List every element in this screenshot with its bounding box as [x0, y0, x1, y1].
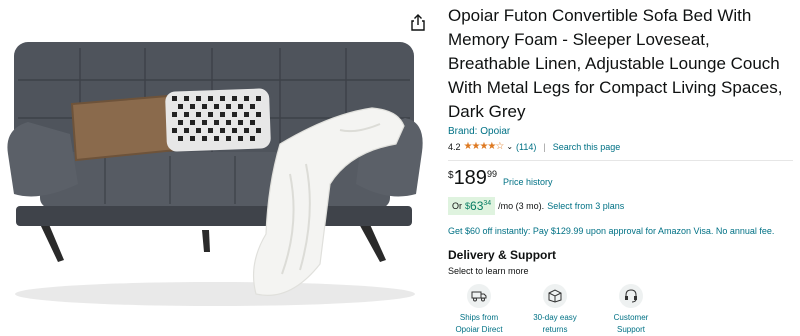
- ships-from-item[interactable]: Ships from Opoiar Direct: [448, 284, 510, 336]
- product-image[interactable]: [0, 34, 430, 324]
- brand-link[interactable]: Brand: Opoiar: [448, 126, 793, 137]
- divider: |: [543, 141, 546, 152]
- search-this-page-link[interactable]: Search this page: [553, 142, 621, 152]
- returns-item[interactable]: 30-day easy returns: [524, 284, 586, 336]
- delivery-support-heading: Delivery & Support: [448, 248, 557, 262]
- monthly-badge: Or $ 63 34: [448, 197, 496, 215]
- ships-from-line1: Ships from: [459, 313, 499, 322]
- monthly-prefix: Or: [452, 201, 462, 211]
- rating-count-link[interactable]: (114): [516, 142, 536, 152]
- support-line1: Customer: [613, 313, 649, 322]
- product-title: Opoiar Futon Convertible Sofa Bed With M…: [448, 6, 783, 121]
- monthly-whole: 63: [470, 199, 484, 213]
- delivery-support-subtitle: Select to learn more: [448, 266, 529, 276]
- chevron-down-icon[interactable]: ⌄: [506, 142, 513, 151]
- price: $ 189 99: [448, 167, 497, 189]
- rating-value: 4.2: [448, 141, 461, 152]
- truck-icon: [467, 284, 491, 308]
- returns-line1: 30-day easy: [533, 313, 577, 322]
- returns-line2: returns: [542, 325, 568, 334]
- monthly-fraction: 34: [483, 200, 492, 207]
- star-rating-icon[interactable]: ★★★★☆: [464, 141, 505, 152]
- product-details: Opoiar Futon Convertible Sofa Bed With M…: [448, 0, 793, 336]
- headset-icon: [619, 284, 643, 308]
- price-whole: 189: [453, 167, 487, 189]
- promo-link[interactable]: Get $60 off instantly: Pay $129.99 upon …: [448, 225, 793, 238]
- ships-from-line2: Opoiar Direct: [455, 325, 503, 334]
- monthly-payment-row: Or $ 63 34 /mo (3 mo). Select from 3 pla…: [448, 197, 793, 215]
- share-icon[interactable]: [410, 14, 426, 32]
- rating-row: 4.2 ★★★★☆ ⌄ (114) | Search this page: [448, 141, 793, 152]
- price-history-link[interactable]: Price history: [503, 177, 553, 187]
- customer-support-item[interactable]: Customer Support: [600, 284, 662, 336]
- support-line2: Support: [616, 325, 646, 334]
- monthly-suffix: /mo (3 mo).: [498, 201, 545, 211]
- price-row: $ 189 99 Price history: [448, 167, 793, 189]
- return-box-icon: [543, 284, 567, 308]
- support-icons-row: Ships from Opoiar Direct 30-day easy ret…: [448, 284, 793, 336]
- select-plans-link[interactable]: Select from 3 plans: [547, 201, 624, 211]
- divider: [448, 160, 793, 161]
- price-fraction: 99: [486, 169, 497, 179]
